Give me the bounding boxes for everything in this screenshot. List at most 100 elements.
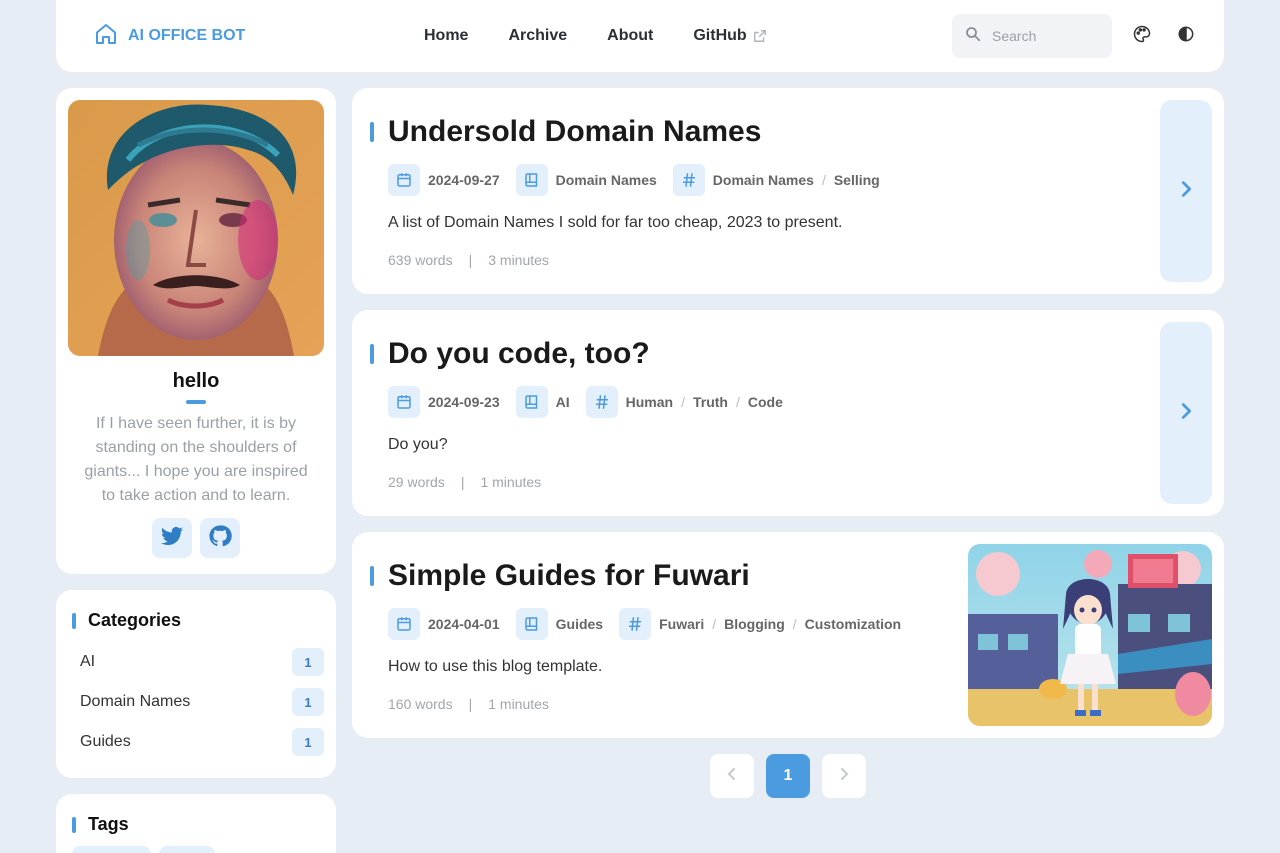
stats-divider: | bbox=[468, 696, 473, 712]
word-count: 160 words bbox=[388, 696, 453, 712]
github-link[interactable] bbox=[200, 518, 240, 558]
post-tag[interactable]: Domain Names bbox=[713, 172, 814, 188]
post-card: Do you code, too? 2024-09-23 AI Human / … bbox=[352, 310, 1224, 516]
light-dark-toggle[interactable] bbox=[1172, 22, 1200, 50]
name-underline bbox=[186, 400, 206, 404]
category-label: Guides bbox=[80, 733, 131, 750]
post-stats: 160 words | 1 minutes bbox=[388, 696, 549, 712]
post-category[interactable]: AI bbox=[556, 394, 570, 410]
post-tag[interactable]: Fuwari bbox=[659, 616, 704, 632]
post-tags: Domain Names / Selling bbox=[713, 172, 880, 188]
prev-page-button[interactable] bbox=[710, 754, 754, 798]
navbar: AI OFFICE BOT Home Archive About GitHub bbox=[56, 0, 1224, 72]
post-title[interactable]: Undersold Domain Names bbox=[388, 115, 761, 149]
theme-color-button[interactable] bbox=[1128, 22, 1156, 50]
post-tag[interactable]: Blogging bbox=[724, 616, 785, 632]
post-card: Undersold Domain Names 2024-09-27 Domain… bbox=[352, 88, 1224, 294]
post-stats: 29 words | 1 minutes bbox=[388, 474, 541, 490]
tag-separator: / bbox=[712, 616, 717, 632]
avatar[interactable] bbox=[68, 100, 324, 356]
stats-divider: | bbox=[468, 252, 473, 268]
calendar-icon bbox=[388, 608, 420, 640]
post-accent bbox=[370, 344, 374, 364]
chevron-right-icon bbox=[1175, 400, 1197, 427]
read-time: 1 minutes bbox=[480, 474, 542, 490]
nav-archive[interactable]: Archive bbox=[508, 27, 567, 45]
nav-home[interactable]: Home bbox=[424, 27, 468, 45]
external-link-icon bbox=[753, 29, 767, 43]
category-label: Domain Names bbox=[80, 693, 191, 710]
post-description: How to use this blog template. bbox=[388, 658, 603, 675]
tag-chip[interactable] bbox=[159, 846, 215, 853]
hash-icon bbox=[672, 164, 705, 196]
post-open-button[interactable] bbox=[1160, 100, 1212, 282]
read-time: 1 minutes bbox=[488, 696, 549, 712]
tag-separator: / bbox=[821, 172, 826, 188]
next-page-button[interactable] bbox=[822, 754, 866, 798]
profile-bio: If I have seen further, it is by standin… bbox=[84, 415, 308, 504]
tags-widget: Tags bbox=[56, 794, 336, 853]
title-accent bbox=[72, 816, 76, 833]
post-category[interactable]: Guides bbox=[556, 616, 603, 632]
github-icon bbox=[208, 524, 232, 553]
page-button-current[interactable]: 1 bbox=[766, 754, 810, 798]
post-tags: Fuwari / Blogging / Customization bbox=[659, 616, 901, 632]
post-category[interactable]: Domain Names bbox=[556, 172, 657, 188]
post-meta: 2024-09-23 AI Human / Truth / Code bbox=[388, 386, 799, 418]
calendar-icon bbox=[388, 386, 420, 418]
post-cover-image[interactable] bbox=[968, 544, 1212, 726]
post-stats: 639 words | 3 minutes bbox=[388, 252, 549, 268]
post-description: Do you? bbox=[388, 436, 448, 453]
categories-title-text: Categories bbox=[88, 610, 182, 630]
category-item-ai[interactable]: AI 1 bbox=[68, 646, 324, 678]
profile-name: hello bbox=[172, 370, 220, 392]
chevron-right-icon bbox=[836, 766, 852, 787]
post-date: 2024-09-27 bbox=[428, 172, 500, 188]
tag-separator: / bbox=[681, 394, 685, 410]
category-count: 1 bbox=[292, 648, 324, 676]
brand-link[interactable]: AI OFFICE BOT bbox=[94, 22, 245, 50]
chevron-left-icon bbox=[724, 766, 740, 787]
book-icon bbox=[515, 386, 548, 418]
profile-card: hello If I have seen further, it is by s… bbox=[56, 88, 336, 574]
search-input[interactable] bbox=[992, 28, 1092, 44]
nav-links: Home Archive About GitHub bbox=[424, 22, 767, 50]
title-accent bbox=[72, 612, 76, 629]
post-accent bbox=[370, 566, 374, 586]
category-item-guides[interactable]: Guides 1 bbox=[68, 726, 324, 758]
read-time: 3 minutes bbox=[488, 252, 549, 268]
post-tags: Human / Truth / Code bbox=[626, 394, 783, 410]
twitter-link[interactable] bbox=[152, 518, 192, 558]
post-description: A list of Domain Names I sold for far to… bbox=[388, 214, 843, 231]
post-tag[interactable]: Truth bbox=[693, 394, 728, 410]
post-tag[interactable]: Human bbox=[626, 394, 673, 410]
post-tag[interactable]: Selling bbox=[834, 172, 880, 188]
post-open-button[interactable] bbox=[1160, 322, 1212, 504]
post-tag[interactable]: Customization bbox=[805, 616, 901, 632]
post-meta: 2024-09-27 Domain Names Domain Names / S… bbox=[388, 164, 896, 196]
tag-chip[interactable] bbox=[72, 846, 151, 853]
tags-title-text: Tags bbox=[88, 814, 129, 834]
post-title[interactable]: Do you code, too? bbox=[388, 337, 650, 371]
search-box[interactable] bbox=[952, 14, 1112, 58]
social-links bbox=[152, 518, 240, 558]
post-meta: 2024-04-01 Guides Fuwari / Blogging / Cu… bbox=[388, 608, 917, 640]
word-count: 639 words bbox=[388, 252, 453, 268]
post-date: 2024-09-23 bbox=[428, 394, 500, 410]
post-date: 2024-04-01 bbox=[428, 616, 500, 632]
hash-icon bbox=[619, 608, 652, 640]
search-icon bbox=[964, 25, 982, 48]
post-accent bbox=[370, 122, 374, 142]
category-item-domain-names[interactable]: Domain Names 1 bbox=[68, 686, 324, 718]
book-icon bbox=[515, 608, 548, 640]
nav-github-label: GitHub bbox=[693, 27, 747, 44]
post-tag[interactable]: Code bbox=[748, 394, 783, 410]
post-card: Simple Guides for Fuwari 2024-04-01 Guid… bbox=[352, 532, 1224, 738]
hash-icon bbox=[585, 386, 618, 418]
nav-about[interactable]: About bbox=[607, 27, 653, 45]
nav-github[interactable]: GitHub bbox=[693, 27, 766, 45]
categories-widget: Categories AI 1 Domain Names 1 Guides 1 bbox=[56, 590, 336, 778]
post-title[interactable]: Simple Guides for Fuwari bbox=[388, 559, 750, 593]
tag-separator: / bbox=[735, 394, 740, 410]
home-icon bbox=[94, 22, 118, 51]
